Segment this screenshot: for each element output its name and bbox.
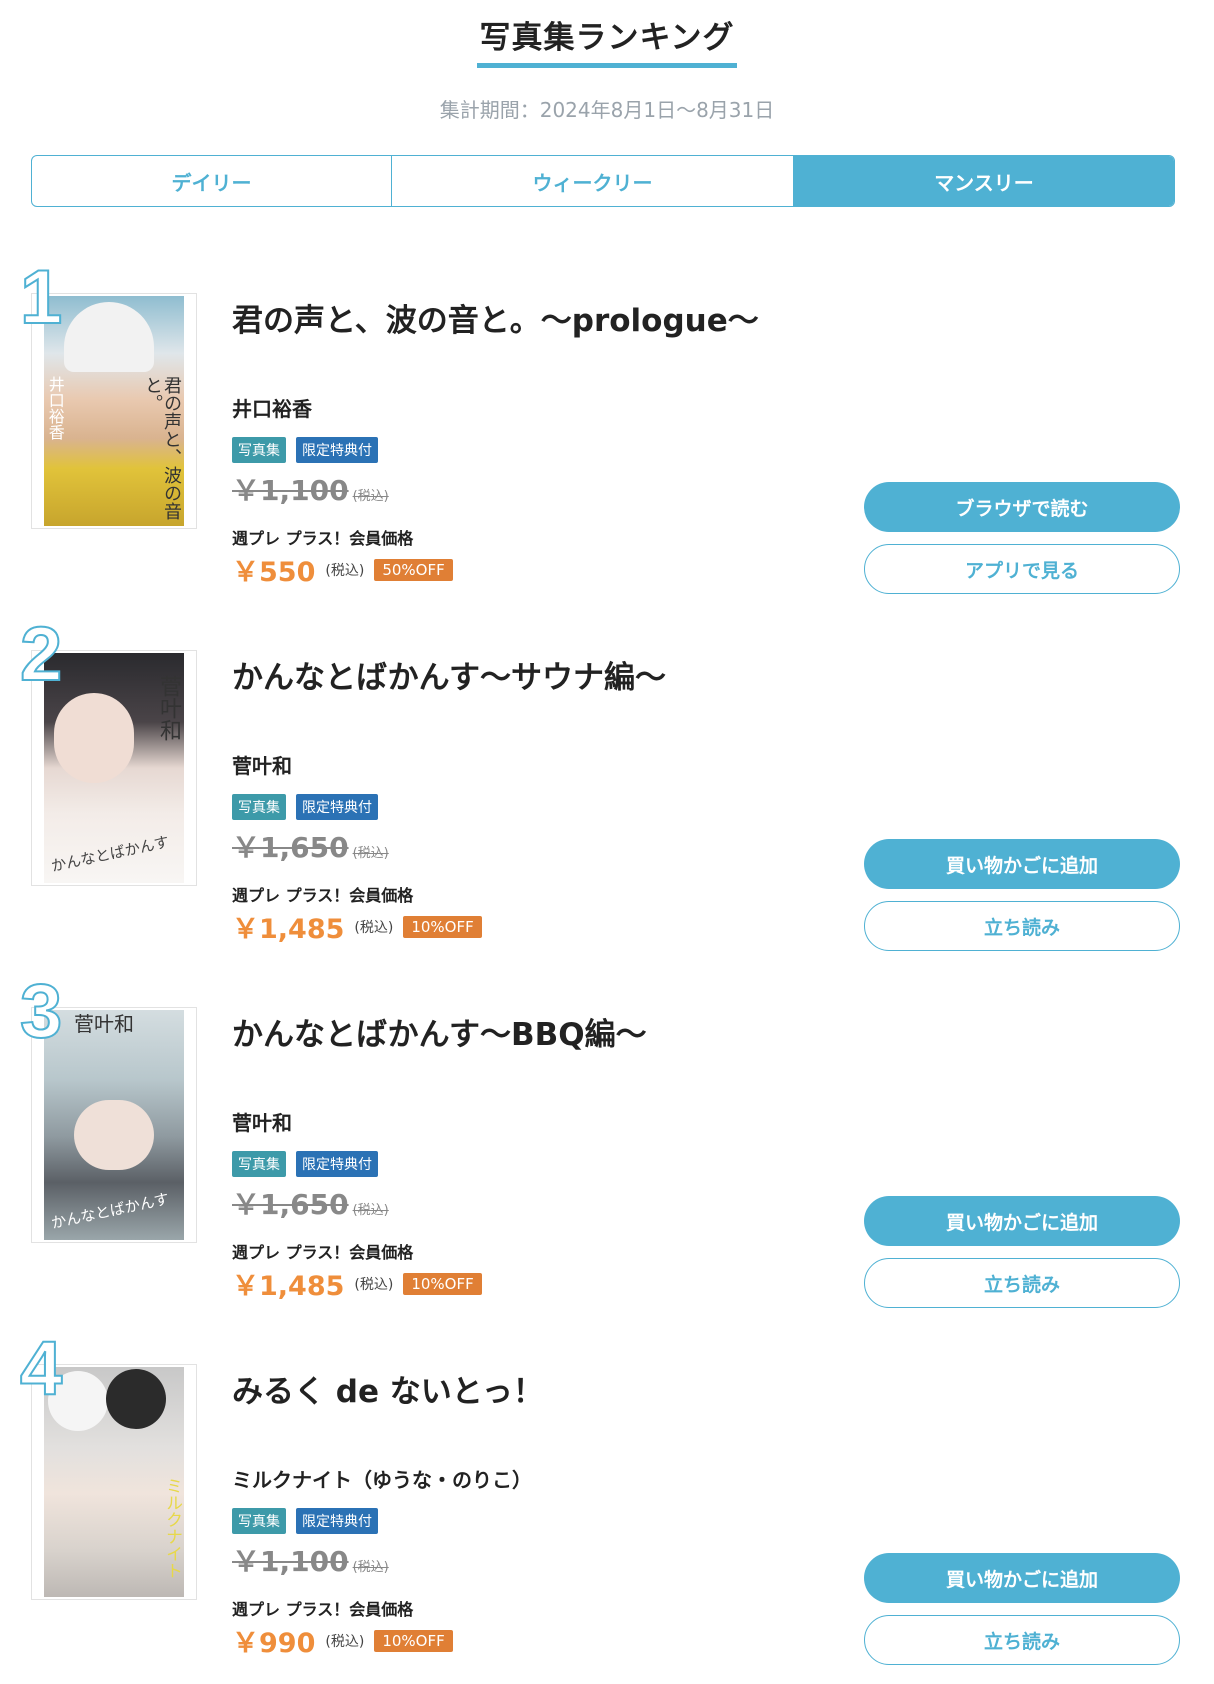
member-price: ￥550 (税込) 50%OFF [232,550,453,589]
ranking-item: 1 君の声と、波の音と。 井口裕香 君の声と、波の音と。〜prologue〜 井… [0,255,1214,600]
item-title[interactable]: みるく de ないとっ！ [232,1366,544,1411]
cover-title-text: 君の声と、波の音と。 [142,376,182,520]
member-price: ￥990 (税込) 10%OFF [232,1621,453,1660]
rank-number: 3 [19,969,63,1054]
cover-name-text: 井口裕香 [45,376,65,440]
item-author[interactable]: 菅叶和 [232,750,292,779]
list-price: ￥1,650 (税込) [232,831,389,864]
ranking-item: 2 菅叶和 かんなとばかんす かんなとばかんす〜サウナ編〜 菅叶和 写真集 限定… [0,612,1214,957]
ranking-item: 4 ミルクナイト みるく de ないとっ！ ミルクナイト（ゆうな・のりこ） 写真… [0,1326,1214,1671]
discount-badge: 10%OFF [403,1272,482,1295]
item-badges: 写真集 限定特典付 [232,1151,378,1177]
view-in-app-button[interactable]: アプリで見る [864,544,1180,594]
cover-name-text: 菅叶和 [156,675,181,741]
add-to-cart-button[interactable]: 買い物かごに追加 [864,1553,1180,1603]
rank-number: 2 [19,612,63,697]
rank-number: 1 [19,255,63,340]
list-price: ￥1,100 (税込) [232,1545,389,1578]
read-in-browser-button[interactable]: ブラウザで読む [864,482,1180,532]
add-to-cart-button[interactable]: 買い物かごに追加 [864,839,1180,889]
item-badges: 写真集 限定特典付 [232,794,378,820]
add-to-cart-button[interactable]: 買い物かごに追加 [864,1196,1180,1246]
item-badges: 写真集 限定特典付 [232,1508,378,1534]
item-author[interactable]: 井口裕香 [232,393,312,422]
badge-bonus: 限定特典付 [296,794,378,820]
item-title[interactable]: かんなとばかんす〜BBQ編〜 [232,1009,647,1054]
badge-bonus: 限定特典付 [296,437,378,463]
cover-name-text: 菅叶和 [74,1012,134,1036]
badge-photobook: 写真集 [232,437,286,463]
discount-badge: 10%OFF [374,1629,453,1652]
member-price-label: 週プレ プラス！会員価格 [232,1600,414,1619]
badge-photobook: 写真集 [232,1508,286,1534]
preview-button[interactable]: 立ち読み [864,1258,1180,1308]
list-price: ￥1,650 (税込) [232,1188,389,1221]
rank-number: 4 [19,1326,63,1411]
tab-weekly[interactable]: ウィークリー [392,156,794,206]
list-price: ￥1,100 (税込) [232,474,389,507]
item-badges: 写真集 限定特典付 [232,437,378,463]
tab-daily[interactable]: デイリー [32,156,392,206]
ranking-tabs: デイリー ウィークリー マンスリー [31,155,1175,207]
member-price-label: 週プレ プラス！会員価格 [232,1243,414,1262]
member-price: ￥1,485 (税込) 10%OFF [232,907,482,946]
preview-button[interactable]: 立ち読み [864,901,1180,951]
tab-monthly[interactable]: マンスリー [794,156,1174,206]
badge-photobook: 写真集 [232,1151,286,1177]
member-price: ￥1,485 (税込) 10%OFF [232,1264,482,1303]
aggregation-period: 集計期間：2024年8月1日〜8月31日 [439,98,775,122]
cover-title-text: かんなとばかんす [49,832,171,876]
badge-photobook: 写真集 [232,794,286,820]
ranking-item: 3 菅叶和 かんなとばかんす かんなとばかんす〜BBQ編〜 菅叶和 写真集 限定… [0,969,1214,1314]
item-title[interactable]: 君の声と、波の音と。〜prologue〜 [232,295,759,340]
cover-title-text: かんなとばかんす [49,1189,171,1233]
badge-bonus: 限定特典付 [296,1508,378,1534]
item-title[interactable]: かんなとばかんす〜サウナ編〜 [232,652,666,697]
preview-button[interactable]: 立ち読み [864,1615,1180,1665]
member-price-label: 週プレ プラス！会員価格 [232,886,414,905]
page-title: 写真集ランキング [0,12,1214,68]
member-price-label: 週プレ プラス！会員価格 [232,529,414,548]
item-author[interactable]: ミルクナイト（ゆうな・のりこ） [232,1464,532,1493]
badge-bonus: 限定特典付 [296,1151,378,1177]
item-author[interactable]: 菅叶和 [232,1107,292,1136]
discount-badge: 10%OFF [403,915,482,938]
cover-title-text: ミルクナイト [162,1477,182,1579]
discount-badge: 50%OFF [374,558,453,581]
